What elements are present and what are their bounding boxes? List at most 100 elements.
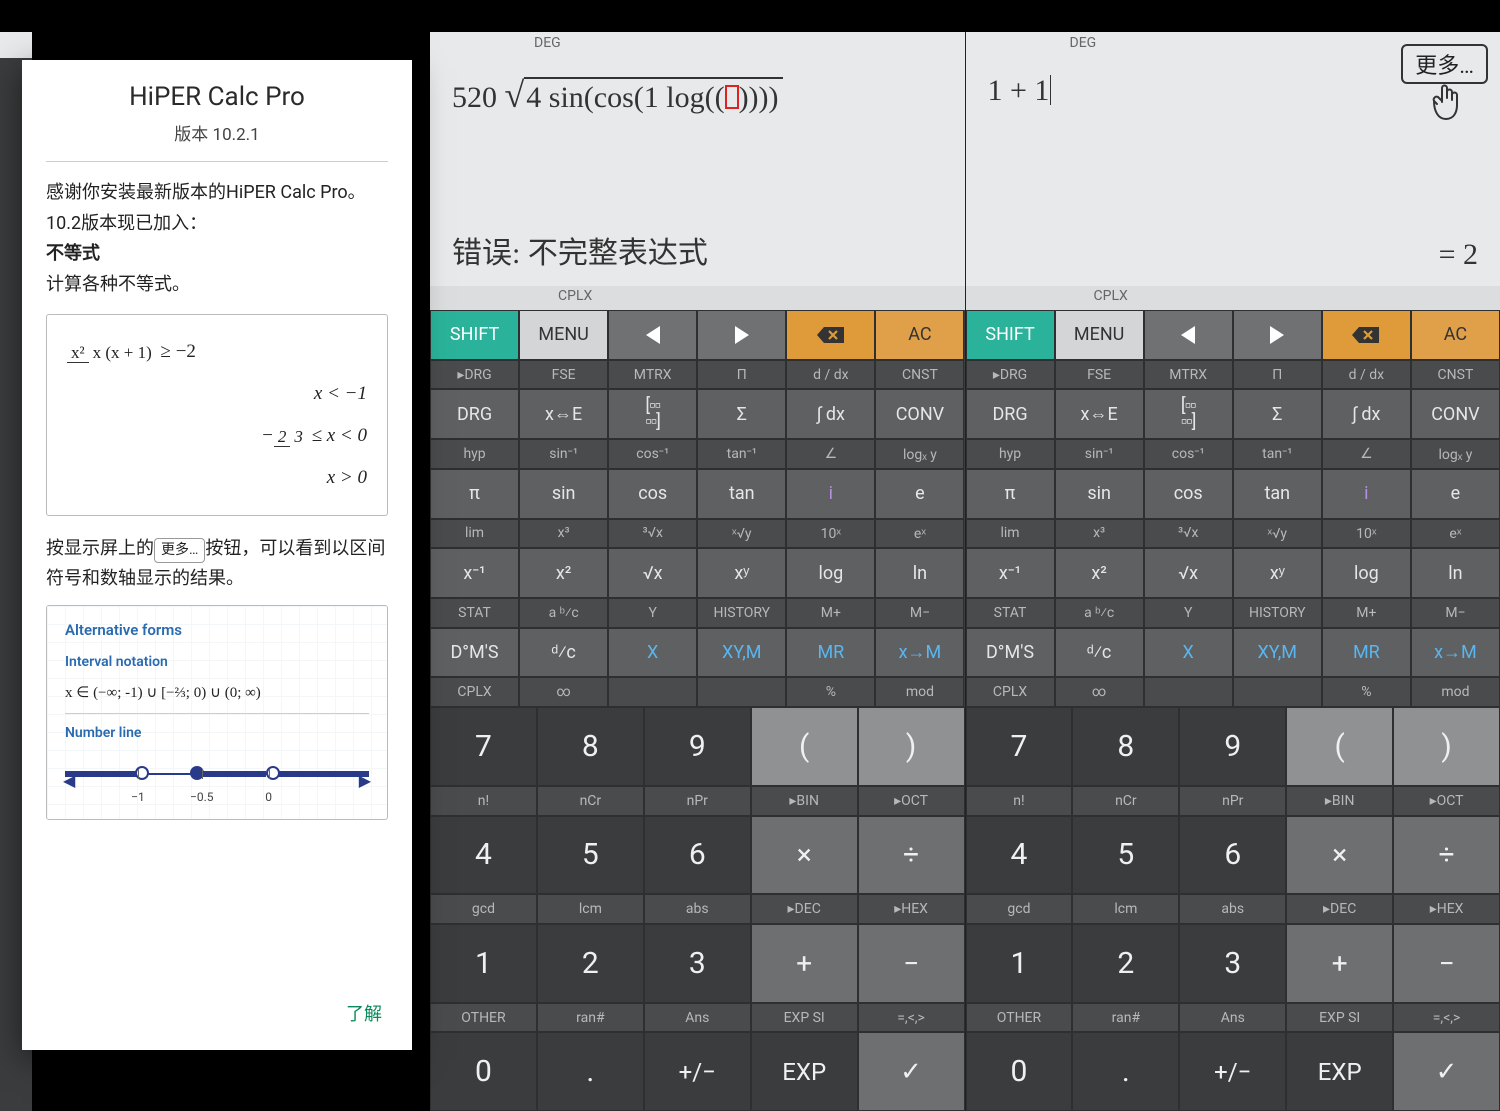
xym-key[interactable]: XY,M [697, 628, 786, 678]
digit-3-key[interactable]: 3 [644, 924, 751, 1003]
e-key[interactable]: e [1411, 469, 1500, 519]
lparen-key[interactable]: ( [1286, 707, 1393, 786]
more-button-hint[interactable]: 更多… [1401, 44, 1488, 132]
sqrt-key[interactable]: √x [608, 548, 697, 598]
integral-key[interactable]: ∫ dx [1322, 389, 1411, 439]
sigma-key[interactable]: Σ [1233, 389, 1322, 439]
multiply-key[interactable]: × [751, 816, 858, 895]
rparen-key[interactable]: ) [858, 707, 965, 786]
ac-key[interactable]: AC [875, 310, 964, 360]
equals-key[interactable]: ✓ [858, 1032, 965, 1111]
cursor-left-key[interactable] [1144, 310, 1233, 360]
digit-5-key[interactable]: 5 [1072, 816, 1179, 895]
matrix-key[interactable]: [▫▫▫▫] [608, 389, 697, 439]
minus-key[interactable]: − [858, 924, 965, 1003]
decimal-key[interactable]: . [537, 1032, 644, 1111]
x-e-key[interactable]: x⇔E [1055, 389, 1144, 439]
plus-key[interactable]: + [751, 924, 858, 1003]
conv-key[interactable]: CONV [1411, 389, 1500, 439]
cursor-right-key[interactable] [1233, 310, 1322, 360]
ln-key[interactable]: ln [1411, 548, 1500, 598]
plus-minus-key[interactable]: +/− [644, 1032, 751, 1111]
mr-key[interactable]: MR [1322, 628, 1411, 678]
e-key[interactable]: e [875, 469, 964, 519]
conv-key[interactable]: CONV [875, 389, 964, 439]
integral-key[interactable]: ∫ dx [786, 389, 875, 439]
rparen-key[interactable]: ) [1393, 707, 1500, 786]
digit-8-key[interactable]: 8 [1072, 707, 1179, 786]
i-key[interactable]: i [786, 469, 875, 519]
mr-key[interactable]: MR [786, 628, 875, 678]
drg-key[interactable]: DRG [430, 389, 519, 439]
sigma-key[interactable]: Σ [697, 389, 786, 439]
x-inverse-key[interactable]: x⁻¹ [430, 548, 519, 598]
divide-key[interactable]: ÷ [1393, 816, 1500, 895]
digit-4-key[interactable]: 4 [430, 816, 537, 895]
multiply-key[interactable]: × [1286, 816, 1393, 895]
digit-2-key[interactable]: 2 [1072, 924, 1179, 1003]
x-power-y-key[interactable]: xʸ [697, 548, 786, 598]
cos-key[interactable]: cos [608, 469, 697, 519]
drg-key[interactable]: DRG [966, 389, 1055, 439]
plus-key[interactable]: + [1286, 924, 1393, 1003]
backspace-key[interactable] [1322, 310, 1411, 360]
i-key[interactable]: i [1322, 469, 1411, 519]
cursor-right-key[interactable] [697, 310, 786, 360]
ac-key[interactable]: AC [1411, 310, 1500, 360]
digit-1-key[interactable]: 1 [430, 924, 537, 1003]
backspace-key[interactable] [786, 310, 875, 360]
log-key[interactable]: log [786, 548, 875, 598]
cos-key[interactable]: cos [1144, 469, 1233, 519]
digit-7-key[interactable]: 7 [430, 707, 537, 786]
digit-6-key[interactable]: 6 [1179, 816, 1286, 895]
x-to-m-key[interactable]: x→M [875, 628, 964, 678]
tan-key[interactable]: tan [1233, 469, 1322, 519]
plus-minus-key[interactable]: +/− [1179, 1032, 1286, 1111]
digit-3-key[interactable]: 3 [1179, 924, 1286, 1003]
x-var-key[interactable]: X [1144, 628, 1233, 678]
dc-key[interactable]: ᵈ⁄c [519, 628, 608, 678]
digit-9-key[interactable]: 9 [644, 707, 751, 786]
lparen-key[interactable]: ( [751, 707, 858, 786]
shift-key[interactable]: SHIFT [430, 310, 519, 360]
digit-8-key[interactable]: 8 [537, 707, 644, 786]
digit-1-key[interactable]: 1 [966, 924, 1073, 1003]
x-e-key[interactable]: x⇔E [519, 389, 608, 439]
equals-key[interactable]: ✓ [1393, 1032, 1500, 1111]
cursor-left-key[interactable] [608, 310, 697, 360]
digit-2-key[interactable]: 2 [537, 924, 644, 1003]
x-inverse-key[interactable]: x⁻¹ [966, 548, 1055, 598]
digit-0-key[interactable]: 0 [966, 1032, 1073, 1111]
sin-key[interactable]: sin [519, 469, 608, 519]
menu-key[interactable]: MENU [1055, 310, 1144, 360]
pi-key[interactable]: π [430, 469, 519, 519]
x-squared-key[interactable]: x² [1055, 548, 1144, 598]
dc-key[interactable]: ᵈ⁄c [1055, 628, 1144, 678]
decimal-key[interactable]: . [1072, 1032, 1179, 1111]
digit-5-key[interactable]: 5 [537, 816, 644, 895]
digit-0-key[interactable]: 0 [430, 1032, 537, 1111]
digit-7-key[interactable]: 7 [966, 707, 1073, 786]
menu-key[interactable]: MENU [519, 310, 608, 360]
log-key[interactable]: log [1322, 548, 1411, 598]
pi-key[interactable]: π [966, 469, 1055, 519]
x-var-key[interactable]: X [608, 628, 697, 678]
xym-key[interactable]: XY,M [1233, 628, 1322, 678]
display[interactable]: DEG 520 √4 sin(cos(1 log(()))) 错误: 不完整表达… [430, 32, 965, 310]
dms-key[interactable]: D°M'S [966, 628, 1055, 678]
exp-key[interactable]: EXP [1286, 1032, 1393, 1111]
dms-key[interactable]: D°M'S [430, 628, 519, 678]
digit-4-key[interactable]: 4 [966, 816, 1073, 895]
sqrt-key[interactable]: √x [1144, 548, 1233, 598]
sin-key[interactable]: sin [1055, 469, 1144, 519]
x-to-m-key[interactable]: x→M [1411, 628, 1500, 678]
ln-key[interactable]: ln [875, 548, 964, 598]
digit-6-key[interactable]: 6 [644, 816, 751, 895]
tan-key[interactable]: tan [697, 469, 786, 519]
exp-key[interactable]: EXP [751, 1032, 858, 1111]
modal-ok-button[interactable]: 了解 [346, 1000, 382, 1026]
digit-9-key[interactable]: 9 [1179, 707, 1286, 786]
x-power-y-key[interactable]: xʸ [1233, 548, 1322, 598]
divide-key[interactable]: ÷ [858, 816, 965, 895]
shift-key[interactable]: SHIFT [966, 310, 1055, 360]
